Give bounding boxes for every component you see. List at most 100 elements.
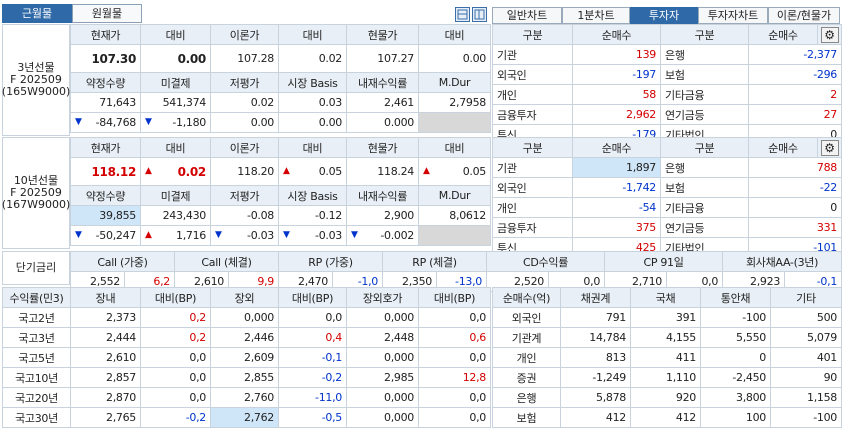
netbuy-value: -100 xyxy=(770,407,842,428)
header-change-bp: 대비(BP) xyxy=(278,287,347,308)
investor-name: 보험 xyxy=(492,407,561,428)
investor-name: 기관 xyxy=(492,157,573,178)
yield-change: -0,1 xyxy=(278,347,347,368)
header-undervalue: 저평가 xyxy=(210,72,279,93)
investor-value: -197 xyxy=(572,64,661,85)
implied-yield-change: -0.002 xyxy=(346,225,419,246)
header-exchange: 장내 xyxy=(70,287,141,308)
layout-icon[interactable] xyxy=(455,7,470,22)
investor-name: 기타금융 xyxy=(660,84,749,105)
tab-theory-spot[interactable]: 이론/현물가 xyxy=(768,7,840,24)
tab-investor[interactable]: 투자자 xyxy=(630,7,698,24)
volume: 39,855 xyxy=(70,205,141,226)
settings-cell: ⚙ xyxy=(817,137,842,158)
header-corp-aa: 회사채AA-(3년) xyxy=(722,251,843,272)
netbuy-value: 412 xyxy=(560,407,631,428)
open-interest: 541,374 xyxy=(140,92,211,113)
header-change: 대비 xyxy=(278,137,347,158)
investor-name: 은행 xyxy=(660,157,749,178)
undervalue-change: 0.00 xyxy=(210,112,279,133)
basis: -0.12 xyxy=(278,205,347,226)
yield-value: 2,444 xyxy=(70,327,141,348)
header-change: 대비 xyxy=(418,137,491,158)
header-call-traded: Call (체결) xyxy=(174,251,279,272)
investor-name: 외국인 xyxy=(492,64,573,85)
bond-name: 국고10년 xyxy=(2,367,71,388)
netbuy-value: -100 xyxy=(700,307,771,328)
investor-value: -296 xyxy=(748,64,842,85)
header-change: 대비 xyxy=(140,137,211,158)
header-rp-traded: RP (체결) xyxy=(382,251,487,272)
futures-10y-table: 현재가 대비 이론가 대비 현물가 대비 118.12 0.02 118.20 … xyxy=(70,137,491,246)
yield-change: 0,0 xyxy=(418,347,491,368)
gear-icon[interactable]: ⚙ xyxy=(820,26,839,43)
investor-value: -22 xyxy=(748,177,842,198)
short-rate-table: Call (가중) Call (체결) RP (가중) RP (체결) CD수익… xyxy=(70,251,843,292)
netbuy-value: 411 xyxy=(630,347,701,368)
oi-change: -1,180 xyxy=(140,112,211,133)
bond-name: 국고3년 xyxy=(2,327,71,348)
header-mdur: M.Dur xyxy=(418,72,491,93)
yield-value: 2,870 xyxy=(70,387,141,408)
investor-value: 0 xyxy=(748,197,842,218)
split-icon[interactable] xyxy=(472,7,487,22)
investor-value: 27 xyxy=(748,104,842,125)
header-change: 대비 xyxy=(418,24,491,45)
bond-name: 국고2년 xyxy=(2,307,71,328)
theory-price: 107.28 xyxy=(210,44,279,73)
empty-cell xyxy=(418,112,491,133)
yield-change: 0,0 xyxy=(140,347,211,368)
netbuy-value: 500 xyxy=(770,307,842,328)
header-bond-total: 채권계 xyxy=(560,287,631,308)
header-category: 구분 xyxy=(660,24,749,45)
investor-name: 개인 xyxy=(492,197,573,218)
yield-change: 0,0 xyxy=(418,307,491,328)
investor-name: 증권 xyxy=(492,367,561,388)
theory-change: 0.05 xyxy=(278,157,347,186)
yield-change: 12,8 xyxy=(418,367,491,388)
futures-3y-table: 현재가 대비 이론가 대비 현물가 대비 107.30 0.00 107.28 … xyxy=(70,24,491,133)
header-price: 현재가 xyxy=(70,137,141,158)
netbuy-value: 1,110 xyxy=(630,367,701,388)
yield-change: -0,2 xyxy=(140,407,211,428)
investor-name: 보험 xyxy=(660,64,749,85)
header-change: 대비 xyxy=(278,24,347,45)
tab-1min-chart[interactable]: 1분차트 xyxy=(562,7,630,24)
investor-value: 139 xyxy=(572,44,661,65)
tab-general-chart[interactable]: 일반차트 xyxy=(492,7,562,24)
tab-far-month[interactable]: 원월물 xyxy=(72,4,142,23)
spot-price: 107.27 xyxy=(346,44,419,73)
netbuy-value: 920 xyxy=(630,387,701,408)
yield-change: -0,2 xyxy=(278,367,347,388)
yield-value: 0,000 xyxy=(210,307,279,328)
header-price: 현재가 xyxy=(70,24,141,45)
spot-change: 0.00 xyxy=(418,44,491,73)
columns-icon xyxy=(474,9,485,20)
yield-change: 0,0 xyxy=(140,387,211,408)
header-msb: 통안채 xyxy=(700,287,771,308)
yield-change: 0,4 xyxy=(278,327,347,348)
tab-investor-chart[interactable]: 투자자차트 xyxy=(698,7,768,24)
yield-change: 0,0 xyxy=(278,307,347,328)
header-netbuy: 순매수 xyxy=(572,24,661,45)
yield-change: 0,0 xyxy=(418,387,491,408)
header-otc: 장외 xyxy=(210,287,279,308)
gear-icon[interactable]: ⚙ xyxy=(820,139,839,156)
investor-name: 은행 xyxy=(492,387,561,408)
undervalue: 0.02 xyxy=(210,92,279,113)
netbuy-value: 90 xyxy=(770,367,842,388)
futures-10y-id: (167W9000) xyxy=(1,198,71,211)
settings-cell: ⚙ xyxy=(817,24,842,45)
header-yield: 수익률(민3) xyxy=(2,287,71,308)
investor-value: 375 xyxy=(572,217,661,238)
basis-change: -0.03 xyxy=(278,225,347,246)
yield-value: 0,000 xyxy=(346,307,419,328)
yield-value: 2,610 xyxy=(70,347,141,368)
header-category: 구분 xyxy=(492,24,573,45)
header-govt-bond: 국채 xyxy=(630,287,701,308)
price-change: 0.02 xyxy=(140,157,211,186)
investor-value: 2 xyxy=(748,84,842,105)
volume-change: -50,247 xyxy=(70,225,141,246)
tab-near-month[interactable]: 근월물 xyxy=(2,4,72,23)
header-basis: 시장 Basis xyxy=(278,185,347,206)
